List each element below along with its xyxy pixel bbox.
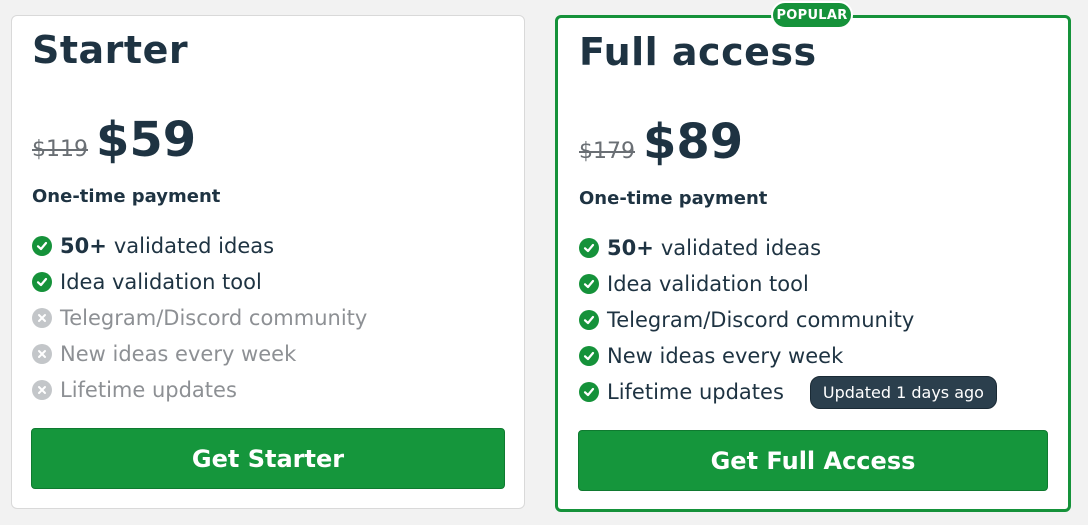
x-circle-icon [32,380,52,400]
original-price: $119 [32,137,88,162]
get-full-access-button[interactable]: Get Full Access [578,430,1048,491]
check-circle-icon [579,382,599,402]
feature-item: Lifetime updates [32,372,367,408]
current-price: $89 [643,114,744,170]
check-circle-icon [579,274,599,294]
feature-item: Idea validation tool [32,264,367,300]
x-circle-icon [32,308,52,328]
check-circle-icon [32,236,52,256]
plan-title: Starter [32,28,189,72]
feature-label: New ideas every week [607,344,844,368]
original-price: $179 [579,139,635,164]
plan-title: Full access [579,30,817,74]
price-row: $179 $89 [579,114,743,170]
updated-badge: Updated 1 days ago [809,375,997,409]
check-circle-icon [32,272,52,292]
feature-item: 50+ validated ideas [579,230,997,266]
payment-type: One-time payment [579,188,768,209]
feature-item: New ideas every week [32,336,367,372]
feature-item: Lifetime updates Updated 1 days ago [579,374,997,410]
feature-label: Idea validation tool [60,270,262,294]
feature-highlight: 50+ [60,234,107,258]
starter-plan-card: Starter $119 $59 One-time payment 50+ va… [11,15,525,509]
feature-label: Telegram/Discord community [60,306,368,330]
feature-label: validated ideas [660,236,822,260]
feature-item: New ideas every week [579,338,997,374]
payment-type: One-time payment [32,186,221,207]
get-starter-button[interactable]: Get Starter [31,428,505,489]
feature-list: 50+ validated ideas Idea validation tool… [32,228,367,408]
feature-item: Telegram/Discord community [579,302,997,338]
price-row: $119 $59 [32,112,196,168]
feature-item: Telegram/Discord community [32,300,367,336]
feature-item: Idea validation tool [579,266,997,302]
check-circle-icon [579,238,599,258]
feature-label: Telegram/Discord community [607,308,915,332]
feature-label: validated ideas [113,234,275,258]
feature-item: 50+ validated ideas [32,228,367,264]
x-circle-icon [32,344,52,364]
check-circle-icon [579,346,599,366]
current-price: $59 [96,112,197,168]
popular-badge: POPULAR [771,1,853,29]
feature-label: Lifetime updates [60,378,237,402]
full-access-plan-card: Full access $179 $89 One-time payment 50… [555,15,1071,512]
feature-label: Idea validation tool [607,272,809,296]
feature-label: Lifetime updates [607,380,784,404]
feature-list: 50+ validated ideas Idea validation tool… [579,230,997,410]
feature-highlight: 50+ [607,236,654,260]
feature-label: New ideas every week [60,342,297,366]
check-circle-icon [579,310,599,330]
